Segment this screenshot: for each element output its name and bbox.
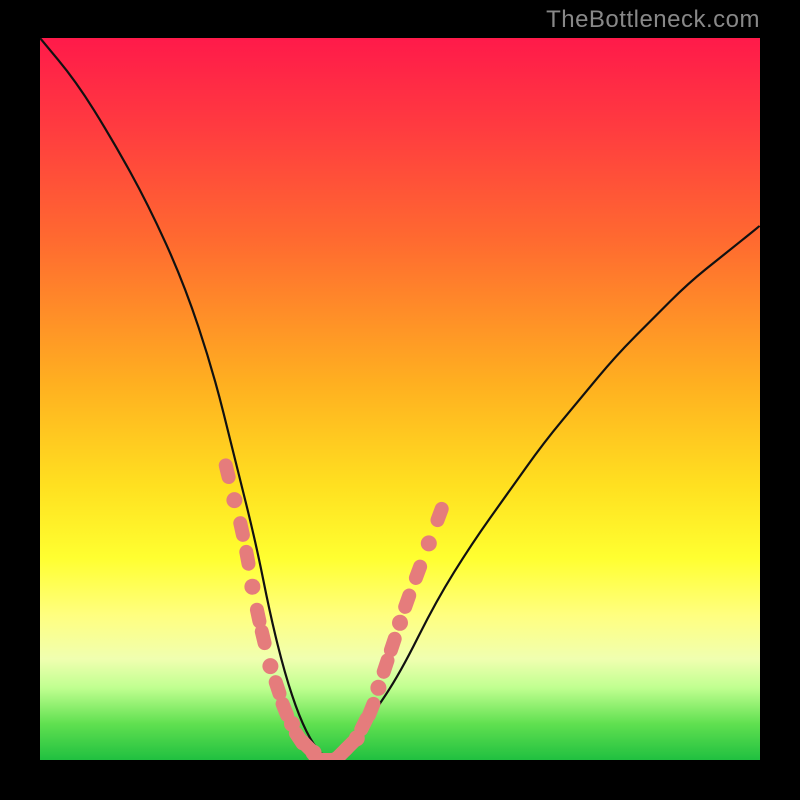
curve-marker — [306, 745, 322, 760]
curve-marker — [217, 457, 237, 486]
curve-marker — [284, 716, 300, 732]
curve-marker — [253, 623, 273, 652]
curve-marker — [375, 652, 396, 681]
curve-marker — [421, 535, 437, 551]
chart-container: TheBottleneck.com — [0, 0, 800, 800]
curve-marker — [267, 673, 288, 702]
curve-marker — [292, 731, 320, 759]
curve-marker — [407, 558, 429, 587]
curve-marker — [335, 731, 363, 759]
curve-marker — [286, 724, 312, 753]
curve-marker — [226, 492, 242, 508]
marker-group — [217, 457, 450, 760]
curve-marker — [428, 500, 450, 529]
curve-marker — [244, 579, 260, 595]
curve-marker — [382, 630, 403, 659]
curve-marker — [360, 695, 383, 724]
curve-marker — [232, 515, 251, 543]
curve-marker — [328, 739, 356, 760]
curve-marker — [370, 680, 386, 696]
curve-marker — [262, 658, 278, 674]
bottleneck-curve — [40, 38, 760, 756]
plot-area — [40, 38, 760, 760]
curve-marker — [352, 709, 376, 739]
curve-marker — [396, 587, 418, 616]
curve-marker — [273, 695, 296, 724]
curve-marker — [306, 748, 336, 760]
curve-marker — [349, 730, 365, 746]
watermark-label: TheBottleneck.com — [546, 6, 760, 34]
curve-marker — [327, 752, 343, 760]
curve-marker — [315, 753, 341, 760]
curve-layer — [40, 38, 760, 760]
curve-marker — [238, 544, 257, 572]
curve-marker — [249, 601, 268, 629]
curve-marker — [392, 615, 408, 631]
